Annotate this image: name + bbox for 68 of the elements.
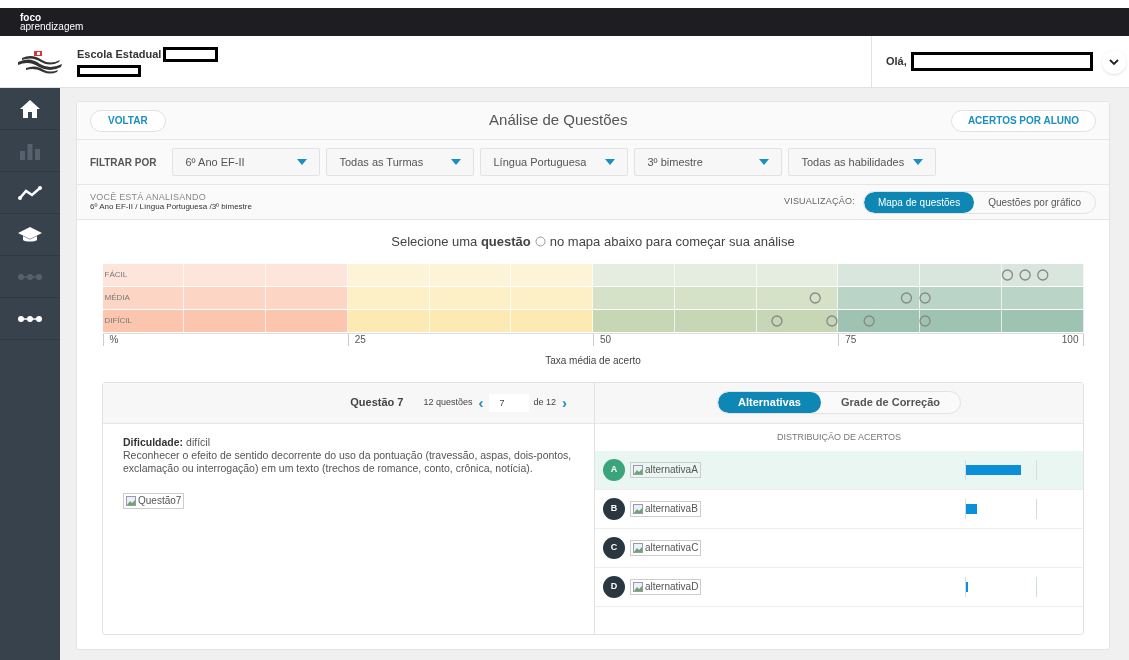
- caret-icon: [913, 159, 924, 165]
- caret-icon: [451, 159, 462, 165]
- difficulty-label: DIFÍCIL: [104, 314, 133, 327]
- answer-view-tab[interactable]: Alternativas: [718, 392, 821, 413]
- graduation-cap-icon[interactable]: [18, 225, 42, 244]
- question-number-field[interactable]: 7: [489, 393, 530, 412]
- axis-tick-label: 50: [593, 333, 612, 346]
- broken-image-icon: [633, 504, 643, 514]
- axis-tick-label: 25: [347, 333, 366, 346]
- answer-letter: C: [603, 537, 625, 559]
- map-prompt: Selecione uma questão: [391, 233, 531, 251]
- caret-icon: [297, 159, 308, 165]
- view-label: VISUALIZAÇÃO:: [783, 195, 855, 209]
- answer-row[interactable]: A alternativaA: [595, 451, 1083, 490]
- broken-image-icon: [126, 495, 136, 506]
- broken-image: alternativaA: [630, 462, 701, 478]
- line-chart-icon[interactable]: [18, 185, 42, 200]
- filter-dropdown[interactable]: 3º bimestre: [634, 148, 783, 176]
- analysis-path: 6º Ano EF-II / Língua Portuguesa /3º bimestre: [90, 202, 253, 212]
- difficulty-label: FÁCIL: [104, 268, 128, 281]
- answer-view-tab[interactable]: Grade de Correção: [820, 392, 960, 413]
- state-logo-icon: [18, 49, 62, 74]
- map-prompt: no mapa abaixo para começar sua análise: [549, 233, 795, 251]
- back-button[interactable]: VOLTAR: [90, 109, 166, 132]
- broken-image: alternativaC: [630, 540, 702, 556]
- axis-tick-label: 75: [838, 333, 857, 346]
- broken-image-icon: [633, 543, 643, 553]
- chevron-down-icon: [1109, 58, 1119, 65]
- students-button[interactable]: ACERTOS POR ALUNO: [950, 109, 1096, 132]
- home-icon[interactable]: [19, 98, 41, 119]
- filter-dropdown[interactable]: Língua Portuguesa: [480, 148, 629, 176]
- answer-letter: B: [603, 498, 625, 520]
- filter-dropdown[interactable]: Todas as habilidades: [788, 148, 937, 176]
- broken-image: alternativaB: [630, 501, 701, 517]
- answer-letter: D: [603, 576, 625, 598]
- school-name: Escola Estadual: [77, 47, 162, 63]
- analysis-label: VOCÊ ESTÁ ANALISANDO: [90, 192, 208, 202]
- axis-title: Taxa média de acerto: [545, 353, 641, 368]
- filter-dropdown[interactable]: 6º Ano EF-II: [172, 148, 321, 176]
- question-total: de 12: [533, 395, 556, 409]
- redaction-box: [77, 64, 141, 77]
- question-count: 12 questões: [423, 395, 473, 409]
- broken-image-icon: [633, 582, 643, 592]
- distribution-heading: DISTRIBUIÇÃO DE ACERTOS: [776, 430, 902, 444]
- caret-icon: [605, 159, 616, 165]
- axis-tick-label: 100: [1061, 333, 1084, 346]
- caret-icon: [759, 159, 770, 165]
- user-menu-button[interactable]: [1102, 49, 1126, 74]
- circle-icon: [534, 236, 546, 248]
- axis-tick-label: %: [102, 333, 119, 346]
- greeting-text: Olá,: [886, 54, 907, 70]
- redaction-box: [163, 47, 219, 62]
- broken-image-icon: [633, 465, 643, 475]
- question-title: Questão 7: [350, 395, 404, 411]
- connected-dots-icon[interactable]: [18, 314, 42, 323]
- brand-logo[interactable]: foco aprendizagem: [20, 13, 1129, 31]
- view-tab[interactable]: Mapa de questões: [863, 191, 975, 213]
- difficulty-label: Dificuldade:: [123, 435, 184, 449]
- page-title: Análise de Questões: [488, 110, 629, 131]
- broken-image: Questão7: [123, 492, 185, 509]
- difficulty-label: MÉDIA: [104, 291, 130, 304]
- skill-description: Reconhecer o efeito de sentido decorrente do uso da pontuação (travessão, aspas, dois-pontos, exclamação ou interrogação) em um texto (trechos de romance, conto, crônica, notícia).: [123, 448, 573, 475]
- filter-dropdown[interactable]: Todas as Turmas: [326, 148, 475, 176]
- broken-image: alternativaD: [630, 579, 702, 595]
- view-tab[interactable]: Questões por gráfico: [974, 191, 1095, 213]
- answer-letter: A: [603, 459, 625, 481]
- difficulty-value: difícil: [186, 435, 211, 449]
- filter-label: FILTRAR POR: [90, 155, 157, 170]
